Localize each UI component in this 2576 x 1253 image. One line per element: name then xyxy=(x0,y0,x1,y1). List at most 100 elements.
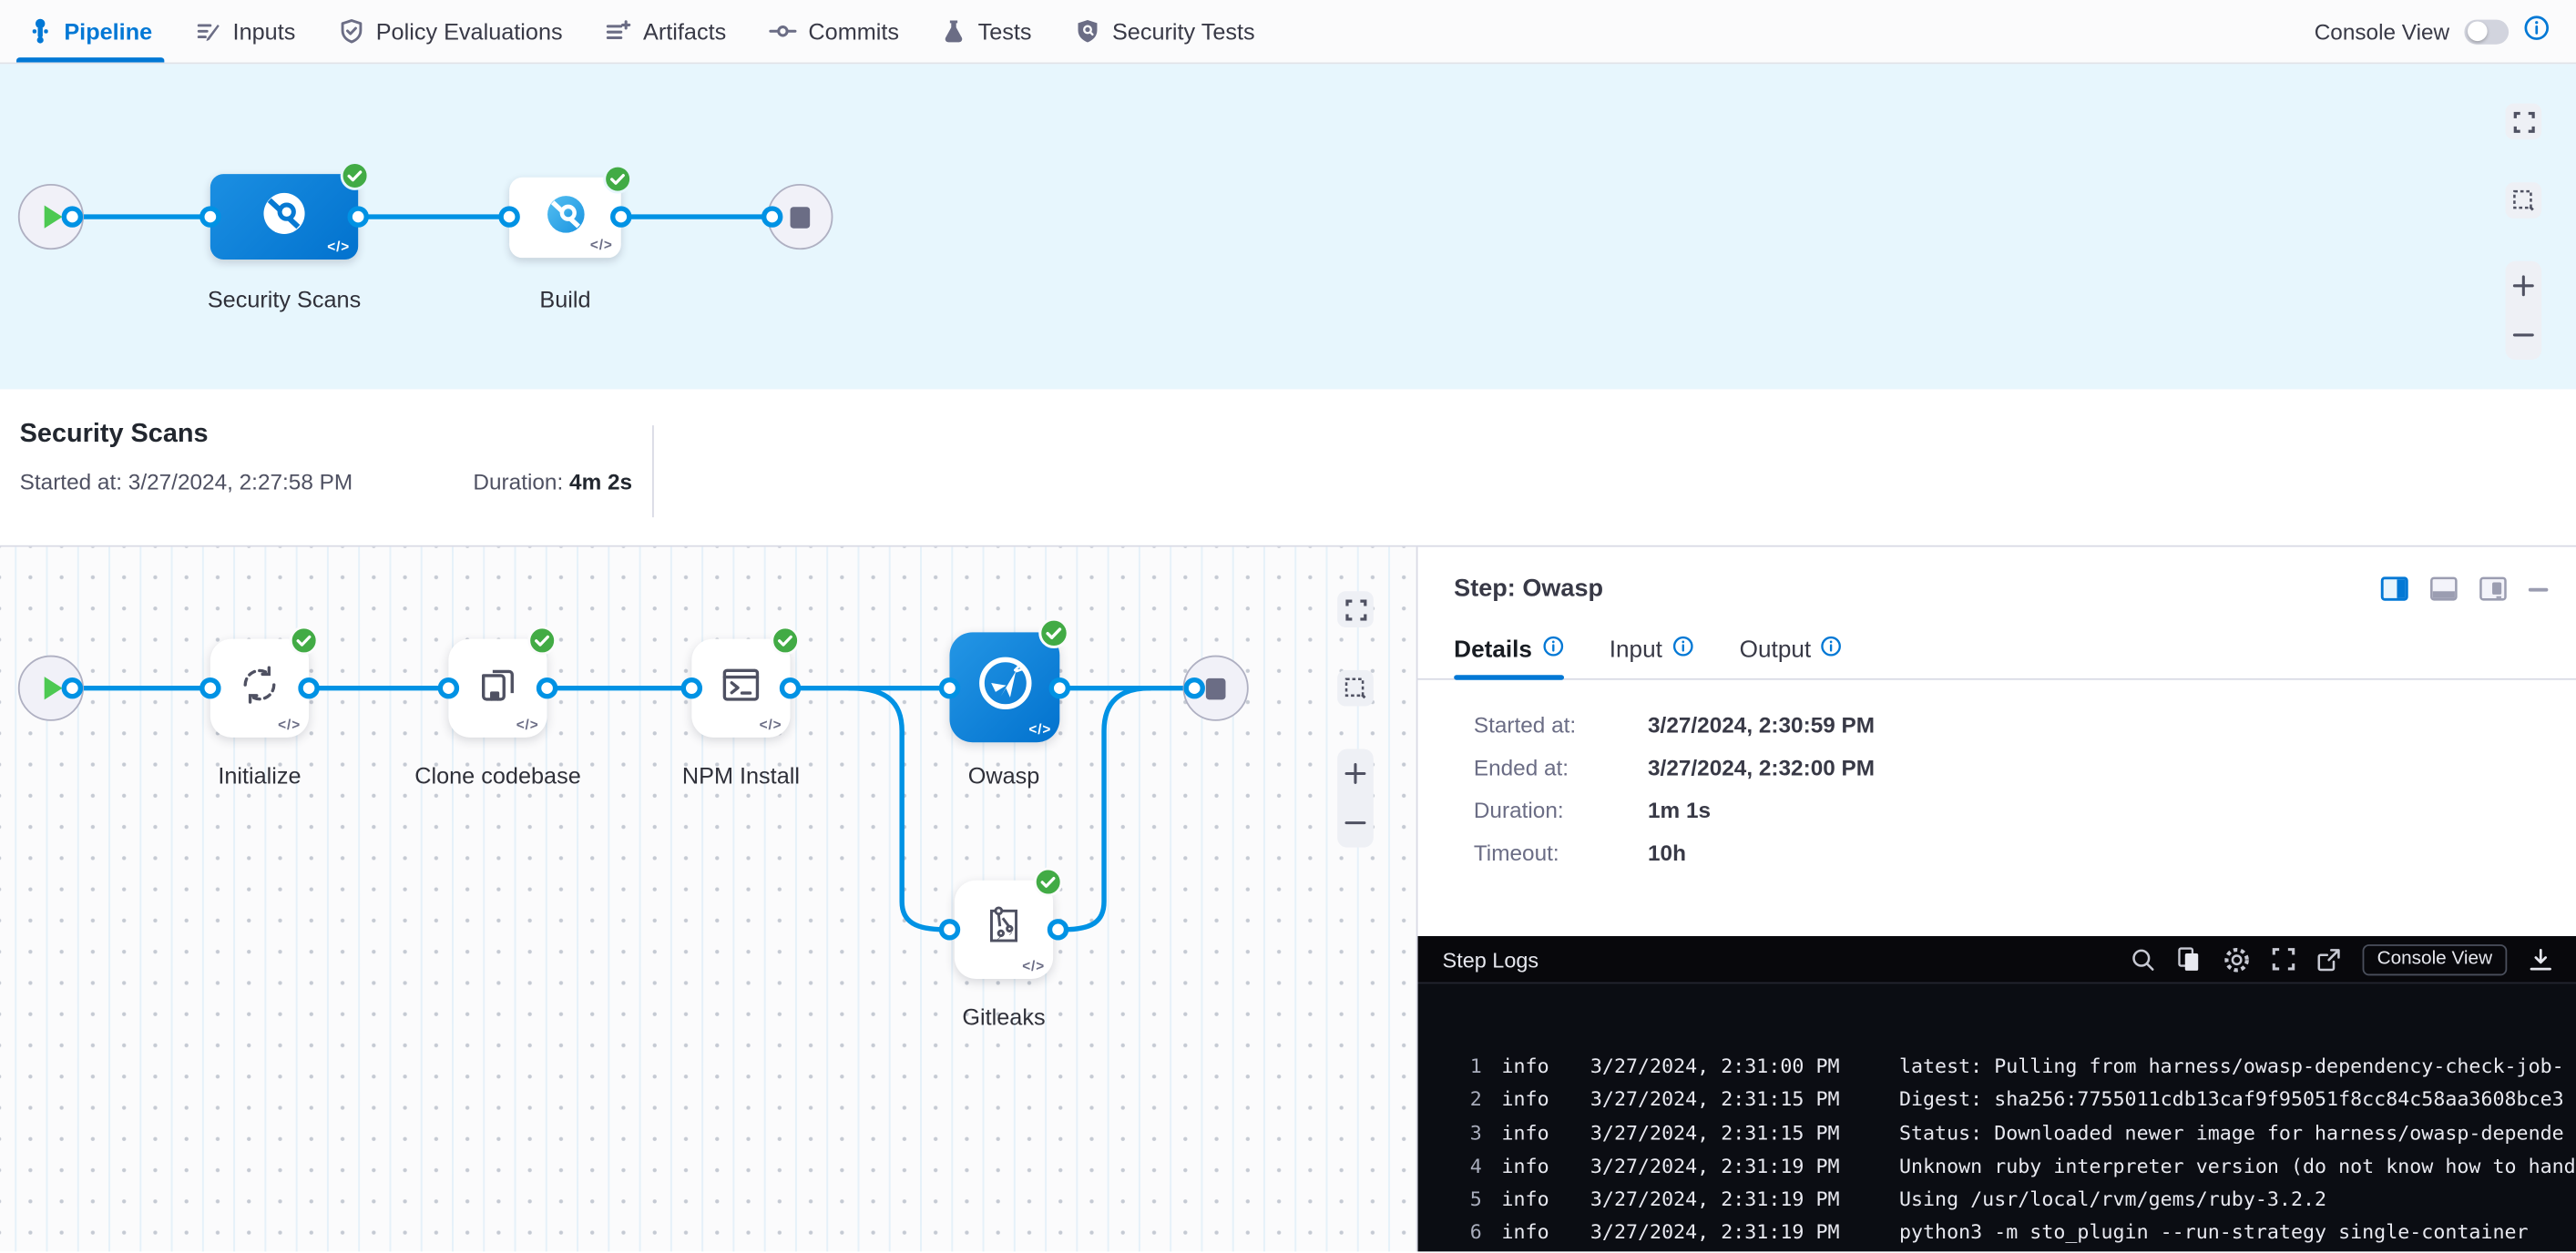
connector-dot xyxy=(939,919,960,940)
log-level: info xyxy=(1482,1050,1590,1084)
stage-graph: </> </> Security Scans Build xyxy=(0,64,2576,389)
detail-label: Duration: xyxy=(1474,799,1648,823)
success-check-icon xyxy=(1038,617,1068,647)
tab-output[interactable]: Output xyxy=(1740,636,1843,678)
step-label[interactable]: Initialize xyxy=(218,762,301,789)
download-icon[interactable] xyxy=(2529,947,2553,972)
fullscreen-button[interactable] xyxy=(2505,104,2541,140)
step-label[interactable]: NPM Install xyxy=(682,762,800,789)
artifacts-icon xyxy=(606,18,632,45)
connector-dot xyxy=(780,677,801,698)
commits-icon xyxy=(769,18,797,45)
console-view-toggle[interactable] xyxy=(2464,19,2509,44)
info-icon[interactable] xyxy=(1542,636,1563,664)
tab-commits[interactable]: Commits xyxy=(748,0,921,63)
marquee-select-button[interactable] xyxy=(1337,670,1374,707)
code-badge: </> xyxy=(278,716,301,732)
log-level: info xyxy=(1482,1116,1590,1150)
connector-dot xyxy=(537,677,557,698)
log-line: 1info3/27/2024, 2:31:00 PMlatest: Pullin… xyxy=(1443,1050,2576,1084)
stage-duration: Duration: 4m 2s xyxy=(473,470,632,494)
connector-dot xyxy=(347,206,368,227)
success-check-icon xyxy=(603,164,632,193)
log-line: 2info3/27/2024, 2:31:15 PMDigest: sha256… xyxy=(1443,1083,2576,1116)
fullscreen-button[interactable] xyxy=(1337,591,1374,627)
inputs-icon xyxy=(195,18,221,45)
tab-inputs[interactable]: Inputs xyxy=(174,0,317,63)
fullscreen-icon[interactable] xyxy=(2272,948,2295,971)
connector-dot xyxy=(939,677,960,698)
open-in-new-icon[interactable] xyxy=(2316,947,2341,972)
step-node-npm-install[interactable]: </> xyxy=(691,639,790,738)
shield-check-icon xyxy=(338,18,364,45)
stop-icon xyxy=(1206,677,1226,698)
tab-label: Details xyxy=(1454,637,1532,663)
tab-input[interactable]: Input xyxy=(1610,636,1693,678)
log-message: Unknown ruby interpreter version (do not… xyxy=(1899,1149,2576,1183)
log-message: Status: Downloaded newer image for harne… xyxy=(1899,1116,2564,1150)
duration-label: Duration: xyxy=(473,470,563,494)
divider xyxy=(652,425,654,517)
marquee-select-button[interactable] xyxy=(2505,182,2541,219)
settings-gear-icon[interactable] xyxy=(2223,945,2251,973)
zoom-out-button[interactable] xyxy=(2505,311,2541,360)
step-node-gitleaks[interactable]: </> xyxy=(955,881,1053,979)
stage-label[interactable]: Build xyxy=(539,286,590,312)
shield-scan-icon xyxy=(1074,18,1100,45)
connector-dot xyxy=(298,677,319,698)
log-time: 3/27/2024, 2:31:15 PM xyxy=(1590,1116,1899,1150)
copy-icon[interactable] xyxy=(2177,946,2202,973)
step-logs-body[interactable]: 1info3/27/2024, 2:31:00 PMlatest: Pullin… xyxy=(1418,983,2576,1251)
tab-label: Inputs xyxy=(233,18,296,45)
detail-value: 3/27/2024, 2:30:59 PM xyxy=(1648,713,2576,738)
step-node-owasp[interactable]: </> xyxy=(949,632,1059,742)
log-message: Using /usr/local/rvm/gems/ruby-3.2.2 xyxy=(1899,1183,2326,1217)
log-time: 3/27/2024, 2:31:15 PM xyxy=(1590,1083,1899,1116)
step-label[interactable]: Gitleaks xyxy=(962,1003,1045,1030)
stage-node-security-scans[interactable]: </> xyxy=(210,174,358,260)
info-icon[interactable] xyxy=(1672,636,1693,664)
layout-right-view-icon[interactable] xyxy=(2380,576,2409,602)
step-label[interactable]: Owasp xyxy=(968,762,1040,789)
stage-node-build[interactable]: </> xyxy=(509,178,621,258)
info-icon[interactable] xyxy=(1821,636,1842,664)
console-view-button[interactable]: Console View xyxy=(2362,943,2507,974)
stage-info-bar: Security Scans Started at: 3/27/2024, 2:… xyxy=(0,389,2576,546)
code-badge: </> xyxy=(1022,957,1045,973)
step-tabs: Details Input Output xyxy=(1418,636,2576,680)
ci-stage-icon xyxy=(260,188,309,246)
connector-dot xyxy=(1049,677,1070,698)
tab-details[interactable]: Details xyxy=(1454,636,1563,678)
info-icon[interactable] xyxy=(2523,14,2550,48)
stage-info-title: Security Scans xyxy=(20,421,209,450)
zoom-out-button[interactable] xyxy=(1337,799,1374,848)
tab-label: Input xyxy=(1610,637,1662,663)
tab-policy-evaluations[interactable]: Policy Evaluations xyxy=(317,0,584,63)
tab-label: Pipeline xyxy=(64,18,152,45)
zoom-in-button[interactable] xyxy=(1337,749,1374,798)
log-time: 3/27/2024, 2:31:19 PM xyxy=(1590,1149,1899,1183)
connector-dot xyxy=(199,677,220,698)
minimize-icon[interactable] xyxy=(2529,586,2550,592)
layout-floating-view-icon[interactable] xyxy=(2479,576,2509,602)
step-label[interactable]: Clone codebase xyxy=(414,762,581,789)
search-icon[interactable] xyxy=(2131,947,2155,972)
zoom-in-button[interactable] xyxy=(2505,261,2541,311)
tab-pipeline[interactable]: Pipeline xyxy=(6,0,173,63)
code-badge: </> xyxy=(590,237,613,253)
tab-security-tests[interactable]: Security Tests xyxy=(1053,0,1276,63)
layout-bottom-view-icon[interactable] xyxy=(2430,576,2459,602)
tab-tests[interactable]: Tests xyxy=(920,0,1053,63)
detail-label: Timeout: xyxy=(1474,840,1648,865)
log-level: info xyxy=(1482,1183,1590,1217)
duration-value: 4m 2s xyxy=(569,470,632,494)
ci-stage-icon xyxy=(543,191,588,244)
log-line-number: 2 xyxy=(1443,1083,1482,1116)
step-node-initialize[interactable]: </> xyxy=(210,639,309,738)
nav-right: Console View xyxy=(2315,0,2576,63)
stage-label[interactable]: Security Scans xyxy=(208,286,361,312)
code-badge: </> xyxy=(1028,721,1051,738)
tab-artifacts[interactable]: Artifacts xyxy=(584,0,748,63)
step-node-clone-codebase[interactable]: </> xyxy=(448,639,547,738)
step-detail-rows: Started at: 3/27/2024, 2:30:59 PM Ended … xyxy=(1418,680,2576,866)
